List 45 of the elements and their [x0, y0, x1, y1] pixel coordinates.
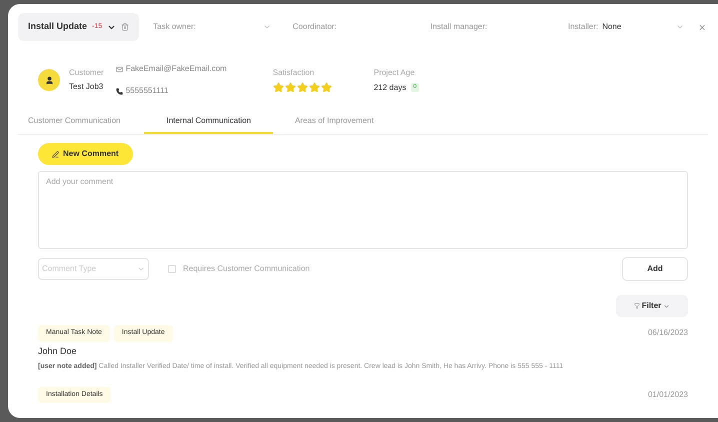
add-button[interactable]: Add — [622, 257, 688, 281]
chevron-icon — [663, 302, 670, 310]
chevron-icon — [262, 23, 271, 31]
tab[interactable]: Areas of Improvement — [272, 110, 396, 134]
customer-email[interactable]: FakeEmail@FakeEmail.com — [126, 63, 227, 75]
tab[interactable]: Customer Communication — [18, 110, 144, 134]
comment-author: John Doe — [38, 344, 78, 358]
comment-date: 06/16/2023 — [648, 327, 688, 340]
mail-icon — [116, 66, 123, 72]
star-icon — [296, 82, 308, 93]
new-comment-button[interactable]: New Comment — [38, 143, 133, 165]
close-icon[interactable] — [698, 22, 706, 32]
tab[interactable]: Internal Communication — [144, 110, 273, 134]
star-icon — [308, 82, 320, 93]
pen-icon — [52, 150, 59, 158]
checkbox[interactable] — [168, 265, 176, 273]
checkbox-label: Requires Customer Communication — [183, 263, 310, 275]
chevron-icon — [137, 265, 145, 273]
star-icon — [320, 82, 332, 93]
task-name: Install Update — [28, 20, 88, 34]
assignee-select[interactable]: Task owner: — [145, 14, 279, 40]
assignee-select[interactable]: Coordinator: — [284, 14, 416, 40]
customer-phone[interactable]: 5555551111 — [126, 85, 168, 97]
field-value: None — [602, 21, 622, 33]
phone-icon — [116, 88, 123, 94]
assignee-select[interactable]: Install manager: — [422, 14, 554, 40]
star-icon — [272, 82, 284, 93]
field-label: Coordinator: — [292, 21, 337, 33]
customer-name: Test Job3 — [69, 81, 104, 93]
chevron-icon — [676, 23, 684, 31]
satisfaction-label: Satisfaction — [272, 67, 316, 79]
field-label: Task owner: — [153, 21, 196, 33]
customer-label: Customer — [69, 67, 104, 79]
filter-icon — [634, 303, 640, 309]
project-age-value: 212 days — [374, 82, 406, 94]
filter-button[interactable]: Filter — [616, 295, 688, 317]
avatar — [38, 69, 60, 91]
trash-icon[interactable] — [121, 23, 130, 31]
assignee-select[interactable]: Installer: None — [560, 14, 692, 40]
field-label: Install manager: — [430, 21, 488, 33]
comment-date: 01/01/2023 — [648, 388, 688, 401]
project-age-label: Project Age — [374, 66, 416, 78]
star-icon — [284, 82, 296, 93]
comment-field[interactable]: Add your comment — [38, 171, 688, 249]
field-label: Installer: — [568, 21, 598, 33]
